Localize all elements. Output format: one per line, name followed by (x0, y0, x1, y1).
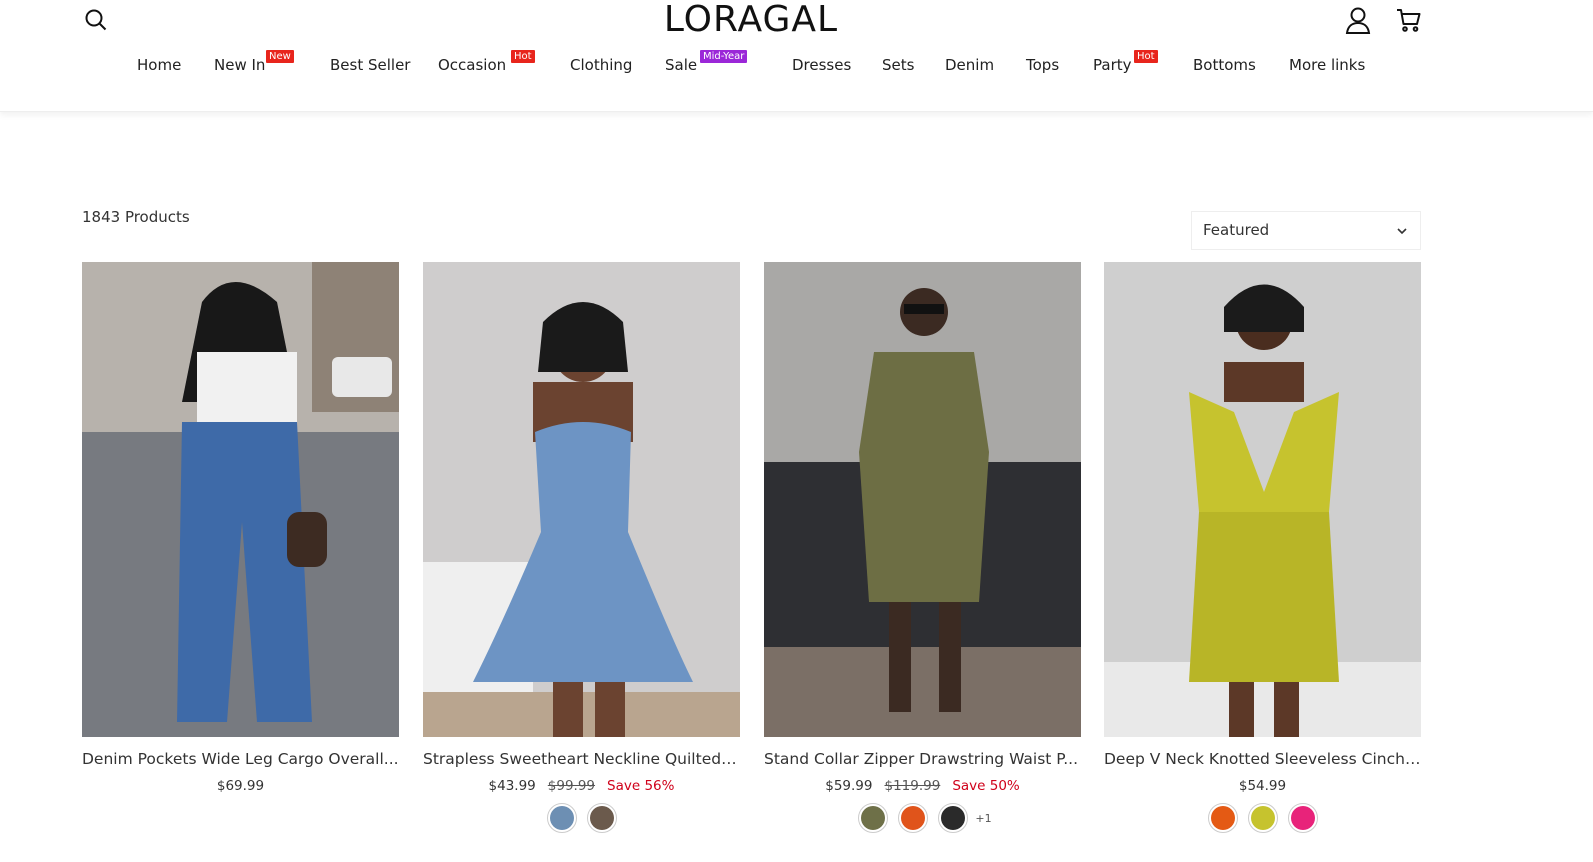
search-icon (85, 9, 107, 31)
product-photo-lime-dress (1104, 262, 1421, 737)
brand-logo[interactable]: LORAGAL (651, 0, 851, 40)
hot-badge: Hot (1134, 50, 1158, 63)
product-photo-denim-dress (423, 262, 740, 737)
cart-button[interactable] (1396, 7, 1422, 33)
nav-item-bottoms[interactable]: Bottoms (1193, 56, 1256, 74)
new-badge: New (266, 50, 294, 63)
color-swatch-orange[interactable] (1207, 803, 1238, 833)
sort-selected-value: Featured (1203, 221, 1270, 239)
account-button[interactable] (1345, 6, 1371, 34)
nav-label: Party (1093, 56, 1132, 74)
nav-label: Occasion (438, 56, 507, 74)
nav-label: Home (137, 56, 182, 74)
save-percentage: Save 56% (607, 778, 675, 794)
product-title[interactable]: Strapless Sweetheart Neckline Quilted ..… (423, 750, 740, 768)
color-swatch-brown[interactable] (586, 803, 617, 833)
nav-label: Tops (1026, 56, 1060, 74)
nav-label: Best Seller (330, 56, 411, 74)
product-count: 1843 Products (82, 208, 190, 226)
product-title[interactable]: Stand Collar Zipper Drawstring Waist P..… (764, 750, 1081, 768)
color-swatches: +1 (764, 803, 1081, 835)
nav-item-tops[interactable]: Tops (1026, 56, 1059, 74)
mid-year-badge: Mid-Year (700, 50, 748, 63)
site-header: LORAGAL Home New In New Best Seller Occa… (0, 0, 1593, 112)
nav-label: Sets (882, 56, 915, 74)
nav-item-sets[interactable]: Sets (882, 56, 914, 74)
compare-at-price: $99.99 (547, 778, 596, 794)
color-swatch-lime[interactable] (1247, 803, 1278, 833)
nav-label: Bottoms (1193, 56, 1256, 74)
product-image[interactable] (82, 262, 399, 737)
color-swatches (1104, 803, 1421, 835)
product-image[interactable] (764, 262, 1081, 737)
nav-item-denim[interactable]: Denim (945, 56, 994, 74)
hot-badge: Hot (511, 50, 535, 63)
color-swatch-olive[interactable] (858, 803, 889, 833)
product-title[interactable]: Deep V Neck Knotted Sleeveless Cinch ... (1104, 750, 1421, 768)
product-image[interactable] (423, 262, 740, 737)
nav-label: Denim (945, 56, 995, 74)
compare-at-price: $119.99 (884, 778, 941, 794)
nav-item-dresses[interactable]: Dresses (792, 56, 851, 74)
color-swatch-orange[interactable] (898, 803, 929, 833)
product-price: $43.99 (488, 778, 536, 794)
user-icon (1345, 7, 1371, 34)
product-price: $59.99 (825, 778, 873, 794)
save-percentage: Save 50% (952, 778, 1020, 794)
product-image[interactable] (1104, 262, 1421, 737)
product-card: Deep V Neck Knotted Sleeveless Cinch ...… (1104, 262, 1421, 852)
product-title[interactable]: Denim Pockets Wide Leg Cargo Overall... (82, 750, 399, 768)
color-swatch-pink[interactable] (1287, 803, 1318, 833)
nav-item-more-links[interactable]: More links (1289, 56, 1365, 74)
chevron-down-icon (1397, 228, 1407, 235)
nav-label: New In (214, 56, 266, 74)
nav-item-home[interactable]: Home (137, 56, 181, 74)
color-swatch-blue[interactable] (546, 803, 577, 833)
product-photo-denim-overall (82, 262, 399, 737)
price-row: $43.99 $99.99 Save 56% (423, 778, 740, 794)
nav-label: More links (1289, 56, 1366, 74)
nav-item-clothing[interactable]: Clothing (570, 56, 632, 74)
product-card: Strapless Sweetheart Neckline Quilted ..… (423, 262, 740, 852)
main-nav: Home New In New Best Seller Occasion Hot… (0, 50, 1593, 80)
nav-label: Sale (665, 56, 698, 74)
nav-item-best-seller[interactable]: Best Seller (330, 56, 410, 74)
nav-item-new-in[interactable]: New In (214, 56, 265, 74)
nav-item-party[interactable]: Party (1093, 56, 1132, 74)
product-card: Stand Collar Zipper Drawstring Waist P..… (764, 262, 1081, 852)
price-row: $54.99 (1104, 778, 1421, 794)
cart-icon (1397, 9, 1421, 32)
product-price: $69.99 (216, 778, 265, 794)
sort-select[interactable]: Featured (1191, 211, 1421, 250)
search-button[interactable] (84, 8, 108, 32)
nav-label: Clothing (570, 56, 633, 74)
product-price: $54.99 (1238, 778, 1287, 794)
product-card: Denim Pockets Wide Leg Cargo Overall... … (82, 262, 399, 852)
nav-item-occasion[interactable]: Occasion (438, 56, 506, 74)
color-swatch-black[interactable] (938, 803, 969, 833)
price-row: $69.99 (82, 778, 399, 794)
more-swatches-count[interactable]: +1 (975, 812, 991, 825)
color-swatches (423, 803, 740, 835)
product-photo-olive-dress (764, 262, 1081, 737)
nav-label: Dresses (792, 56, 852, 74)
price-row: $59.99 $119.99 Save 50% (764, 778, 1081, 794)
nav-item-sale[interactable]: Sale (665, 56, 697, 74)
